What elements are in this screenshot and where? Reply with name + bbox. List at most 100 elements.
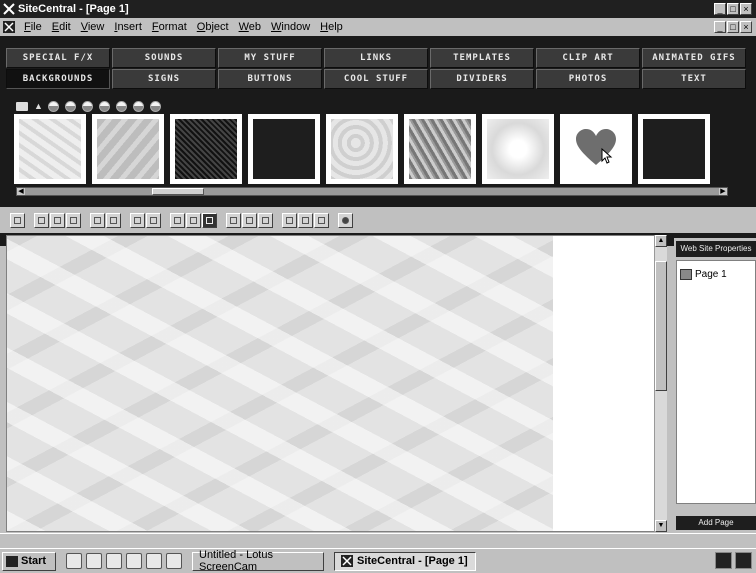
tab-photos[interactable]: PHOTOS	[536, 69, 640, 89]
subcategory-1-icon[interactable]	[48, 100, 59, 112]
tab-special-fx[interactable]: SPECIAL F/X	[6, 48, 110, 68]
document-icon[interactable]	[3, 21, 15, 33]
subcategory-6-icon[interactable]	[133, 100, 144, 112]
quicklaunch-icon-6[interactable]	[166, 553, 182, 569]
menu-edit[interactable]: Edit	[47, 19, 76, 35]
editor-scrollbar[interactable]: ▲ ▼	[654, 235, 667, 532]
title-bar: SiteCentral - [Page 1] _ □ ×	[0, 0, 756, 18]
status-bar	[0, 533, 756, 546]
scroll-right-arrow[interactable]: ▶	[719, 188, 727, 195]
task-sitecentral-label: SiteCentral - [Page 1]	[357, 555, 468, 567]
quicklaunch-icon-3[interactable]	[106, 553, 122, 569]
site-properties-header[interactable]: Web Site Properties	[676, 241, 756, 257]
tab-animated-gifs[interactable]: ANIMATED GIFS	[642, 48, 746, 68]
doc-close-button[interactable]: ×	[740, 21, 752, 33]
page-icon	[680, 269, 692, 280]
thumbnail-light-marble[interactable]	[14, 114, 86, 184]
tab-sounds[interactable]: SOUNDS	[112, 48, 216, 68]
menu-help[interactable]: Help	[315, 19, 348, 35]
toolbar-button-15[interactable]	[282, 212, 297, 228]
subcategory-5-icon[interactable]	[116, 100, 127, 112]
toolbar-button-6[interactable]	[106, 212, 121, 228]
scroll-down-arrow[interactable]: ▼	[655, 520, 667, 532]
editor-scroll-thumb[interactable]	[655, 261, 667, 391]
scroll-up-arrow[interactable]: ▲	[655, 235, 667, 247]
tab-text[interactable]: TEXT	[642, 69, 746, 89]
menu-web[interactable]: Web	[234, 19, 266, 35]
toolbar-button-1[interactable]	[10, 212, 25, 228]
close-button[interactable]: ×	[740, 3, 752, 15]
doc-restore-button[interactable]: □	[727, 21, 739, 33]
quicklaunch-icon-2[interactable]	[86, 553, 102, 569]
toolbar-button-16[interactable]	[298, 212, 313, 228]
tab-cool-stuff[interactable]: COOL STUFF	[324, 69, 428, 89]
subcategory-3-icon[interactable]	[82, 100, 93, 112]
menu-window[interactable]: Window	[266, 19, 315, 35]
toolbar-button-5[interactable]	[90, 212, 105, 228]
page-background	[7, 236, 553, 531]
minimize-button[interactable]: _	[714, 3, 726, 15]
up-arrow-icon[interactable]: ▲	[34, 102, 43, 111]
align-right-button[interactable]	[258, 212, 273, 228]
subcategory-4-icon[interactable]	[99, 100, 110, 112]
toolbar-button-10[interactable]	[186, 212, 201, 228]
thumbnail-black[interactable]	[248, 114, 320, 184]
toolbar-button-8[interactable]	[146, 212, 161, 228]
tab-dividers[interactable]: DIVIDERS	[430, 69, 534, 89]
tray-icon-1[interactable]	[715, 552, 732, 569]
toolbar-button-9[interactable]	[170, 212, 185, 228]
windows-logo-icon	[6, 555, 18, 567]
tab-links[interactable]: LINKS	[324, 48, 428, 68]
thumbnail-light-gray[interactable]	[326, 114, 398, 184]
tray-icon-2[interactable]	[735, 552, 752, 569]
folder-icon[interactable]	[16, 101, 28, 111]
align-left-button[interactable]	[226, 212, 241, 228]
app-icon	[3, 3, 15, 15]
toolbar-button-17[interactable]	[314, 212, 329, 228]
page-list-item[interactable]: Page 1	[680, 269, 727, 280]
thumbnail-black-2[interactable]	[638, 114, 710, 184]
thumbnail-dark-texture[interactable]	[170, 114, 242, 184]
quicklaunch-icon-5[interactable]	[146, 553, 162, 569]
quicklaunch-icon-4[interactable]	[126, 553, 142, 569]
thumbnail-heart[interactable]	[560, 114, 632, 184]
start-button[interactable]: Start	[2, 551, 56, 571]
menu-format[interactable]: Format	[147, 19, 192, 35]
menu-file[interactable]: File	[19, 19, 47, 35]
scroll-left-arrow[interactable]: ◀	[17, 188, 25, 195]
tab-templates[interactable]: TEMPLATES	[430, 48, 534, 68]
subcategory-2-icon[interactable]	[65, 100, 76, 112]
start-label: Start	[21, 555, 47, 567]
task-screencam[interactable]: Untitled - Lotus ScreenCam	[192, 549, 324, 573]
gallery-scroll-thumb[interactable]	[152, 188, 204, 195]
tab-backgrounds[interactable]: BACKGROUNDS	[6, 69, 110, 89]
task-sitecentral[interactable]: SiteCentral - [Page 1]	[334, 551, 476, 571]
tab-signs[interactable]: SIGNS	[112, 69, 216, 89]
toolbar-button-3[interactable]	[50, 212, 65, 228]
subcategory-7-icon[interactable]	[150, 100, 161, 112]
toolbar-button-2[interactable]	[34, 212, 49, 228]
toolbar-button-7[interactable]	[130, 212, 145, 228]
menu-insert[interactable]: Insert	[109, 19, 147, 35]
system-tray	[715, 552, 752, 569]
gallery-scrollbar[interactable]: ◀ ▶	[16, 187, 728, 196]
tab-my-stuff[interactable]: MY STUFF	[218, 48, 322, 68]
quicklaunch-icon-1[interactable]	[66, 553, 82, 569]
maximize-button[interactable]: □	[727, 3, 739, 15]
quick-launch	[66, 553, 182, 569]
tab-clip-art[interactable]: CLIP ART	[536, 48, 640, 68]
tab-buttons[interactable]: BUTTONS	[218, 69, 322, 89]
menu-object[interactable]: Object	[192, 19, 234, 35]
add-page-button[interactable]: Add Page	[676, 516, 756, 530]
page-editor-canvas[interactable]	[6, 235, 667, 532]
toolbar-button-4[interactable]	[66, 212, 81, 228]
thumbnail-starburst[interactable]	[482, 114, 554, 184]
toolbar-button-11[interactable]	[202, 212, 217, 228]
preview-globe-button[interactable]	[338, 212, 353, 228]
thumbnail-gray-stone[interactable]	[404, 114, 476, 184]
thumbnail-gray-clouds[interactable]	[92, 114, 164, 184]
window-title: SiteCentral - [Page 1]	[18, 3, 129, 15]
menu-view[interactable]: View	[76, 19, 110, 35]
align-center-button[interactable]	[242, 212, 257, 228]
doc-minimize-button[interactable]: _	[714, 21, 726, 33]
